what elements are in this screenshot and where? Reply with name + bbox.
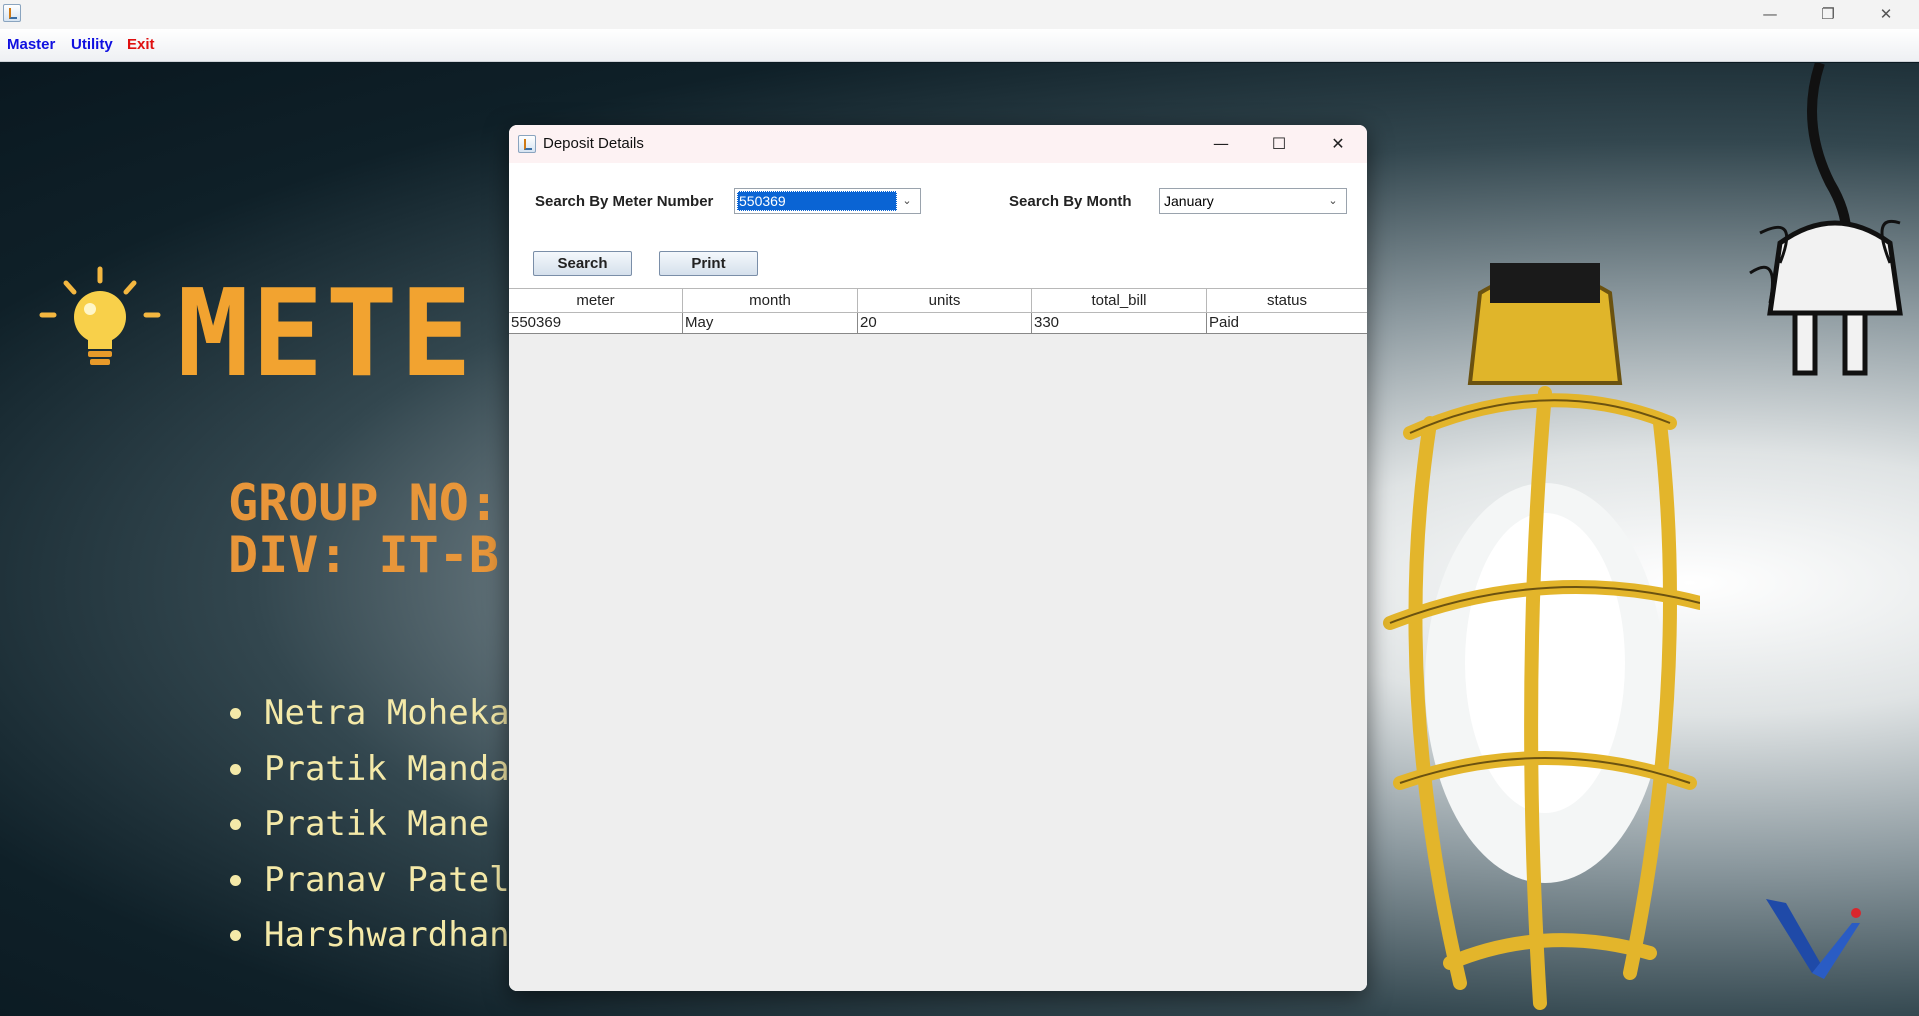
member-item: Pratik Mandalk — [228, 744, 551, 800]
menu-utility[interactable]: Utility — [71, 33, 113, 57]
column-header-status[interactable]: status — [1207, 289, 1367, 312]
window-close-button[interactable]: ✕ — [1858, 0, 1914, 29]
member-item: Pratik Mane — [228, 799, 551, 855]
month-select[interactable]: January ⌄ — [1159, 188, 1347, 214]
month-value: January — [1164, 193, 1214, 209]
meter-number-select[interactable]: 550369 ⌄ — [734, 188, 921, 214]
member-item: Netra Mohekar — [228, 688, 551, 744]
chevron-down-icon[interactable]: ⌄ — [1324, 189, 1342, 213]
member-item: Harshwardhan — [228, 910, 551, 966]
slide-title: METE — [177, 265, 474, 404]
column-header-total-bill[interactable]: total_bill — [1032, 289, 1207, 312]
cell-status[interactable]: Paid — [1207, 313, 1367, 333]
slide-division: DIV: IT-B — [228, 526, 499, 584]
member-item: Pranav Patel — [228, 855, 551, 911]
lightbulb-icon — [39, 266, 161, 365]
member-list: Netra Mohekar Pratik Mandalk Pratik Mane… — [228, 688, 551, 966]
window-minimize-button[interactable]: — — [1742, 0, 1798, 29]
cell-units[interactable]: 20 — [858, 313, 1032, 333]
column-header-meter[interactable]: meter — [509, 289, 683, 312]
cell-meter[interactable]: 550369 — [509, 313, 683, 333]
print-button[interactable]: Print — [659, 251, 758, 276]
institute-logo — [1766, 899, 1861, 979]
deposit-details-dialog: Deposit Details — ☐ ✕ Search By Meter Nu… — [509, 125, 1367, 991]
deposit-table[interactable]: meter month units total_bill status 5503… — [509, 288, 1367, 991]
table-header: meter month units total_bill status — [509, 289, 1367, 313]
dialog-minimize-button[interactable]: — — [1192, 125, 1250, 163]
menu-exit[interactable]: Exit — [127, 33, 155, 57]
column-header-month[interactable]: month — [683, 289, 858, 312]
slide-group-number: GROUP NO: — [228, 474, 499, 532]
dialog-title: Deposit Details — [543, 135, 644, 152]
cell-total-bill[interactable]: 330 — [1032, 313, 1207, 333]
search-meter-label: Search By Meter Number — [535, 193, 714, 210]
dialog-content: Search By Meter Number 550369 ⌄ Search B… — [509, 163, 1367, 991]
java-app-icon — [518, 135, 536, 153]
dialog-titlebar[interactable]: Deposit Details — ☐ ✕ — [509, 125, 1367, 163]
search-button[interactable]: Search — [533, 251, 632, 276]
dialog-close-button[interactable]: ✕ — [1309, 125, 1367, 163]
caged-bulb-image — [1370, 263, 1700, 1016]
cell-month[interactable]: May — [683, 313, 858, 333]
java-app-icon — [3, 4, 21, 22]
wall-plug-image — [1749, 63, 1903, 376]
column-header-units[interactable]: units — [858, 289, 1032, 312]
window-titlebar: — ❐ ✕ — [0, 0, 1919, 29]
menu-master[interactable]: Master — [7, 33, 55, 57]
meter-number-value: 550369 — [737, 191, 897, 211]
window-restore-button[interactable]: ❐ — [1800, 0, 1856, 29]
menu-bar: Master Utility Exit — [0, 29, 1919, 62]
chevron-down-icon[interactable]: ⌄ — [898, 189, 916, 213]
search-month-label: Search By Month — [1009, 193, 1132, 210]
table-row[interactable]: 550369 May 20 330 Paid — [509, 313, 1367, 334]
dialog-maximize-button[interactable]: ☐ — [1250, 125, 1308, 163]
